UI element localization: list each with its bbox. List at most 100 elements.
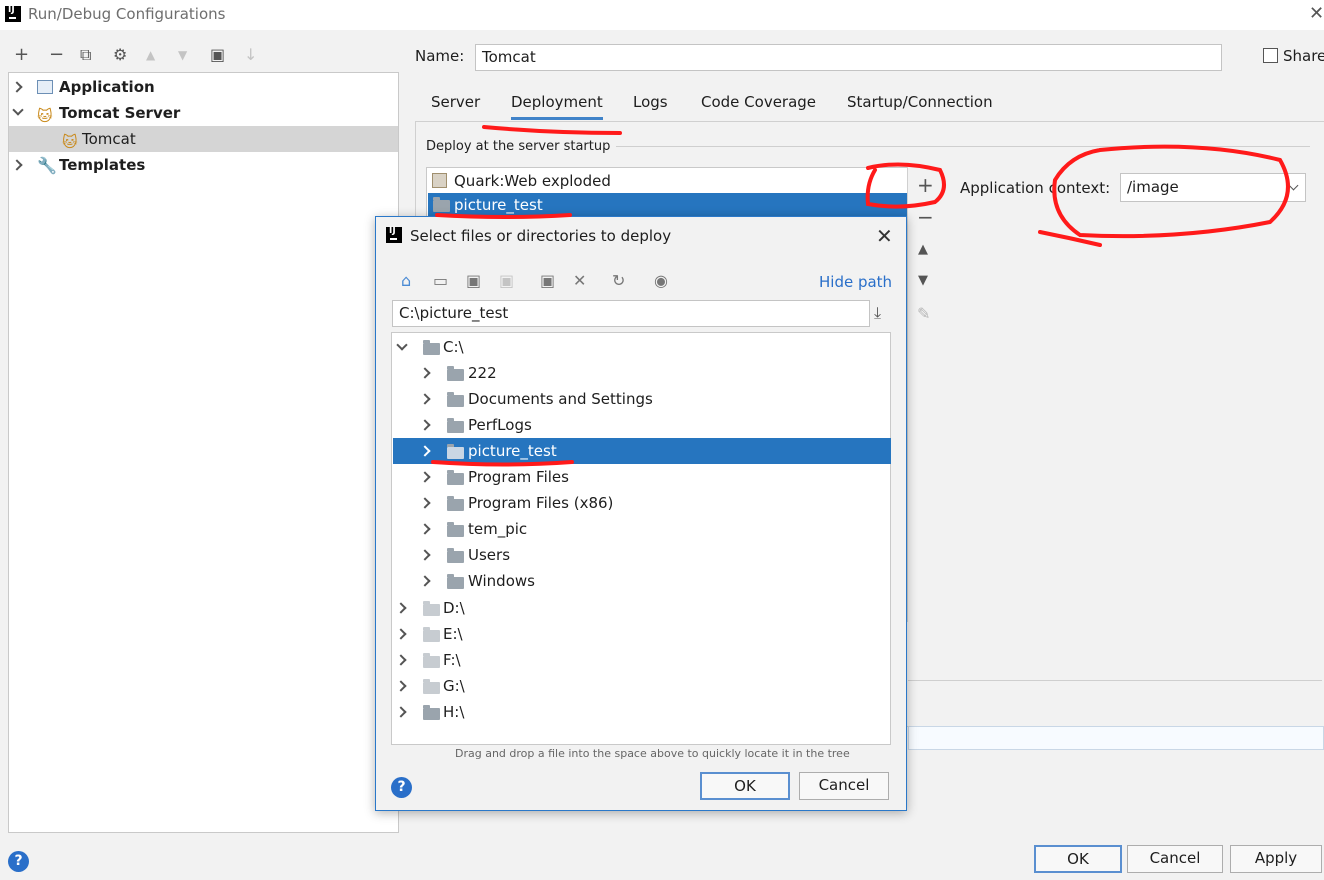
show-hidden-icon[interactable]: ◉ [654, 271, 668, 290]
ok-button[interactable]: OK [1034, 845, 1122, 873]
chevron-right-icon[interactable] [395, 602, 407, 614]
tab-logs[interactable]: Logs [633, 92, 668, 120]
path-input[interactable]: C:\picture_test [392, 300, 870, 327]
tree-item-templates[interactable]: 🔧 Templates [9, 152, 398, 178]
tree-node-drive[interactable]: H:\ [393, 699, 891, 725]
tree-node-folder[interactable]: PerfLogs [393, 412, 891, 438]
tree-node-label: Program Files [468, 468, 569, 486]
chevron-right-icon[interactable] [11, 159, 23, 171]
refresh-icon[interactable]: ↻ [612, 271, 625, 290]
drive-icon [423, 679, 440, 694]
divider [908, 680, 1322, 681]
deploy-item-picture-test[interactable]: picture_test [428, 193, 908, 217]
apply-button[interactable]: Apply [1230, 845, 1322, 873]
file-tree: C:\ 222 Documents and Settings PerfLogs … [391, 332, 891, 745]
chevron-right-icon[interactable] [419, 471, 431, 483]
new-folder-icon[interactable]: ▣ [540, 271, 555, 290]
tree-node-folder[interactable]: Users [393, 542, 891, 568]
tree-node-folder[interactable]: tem_pic [393, 516, 891, 542]
tree-node-label: PerfLogs [468, 416, 532, 434]
download-icon[interactable]: ⤓ [874, 303, 881, 323]
tree-node-label: 222 [468, 364, 497, 382]
tree-node-label: picture_test [468, 442, 557, 460]
chevron-right-icon[interactable] [11, 81, 23, 93]
chevron-right-icon[interactable] [419, 549, 431, 561]
tree-item-tomcat-server[interactable]: 🐱 Tomcat Server [9, 100, 398, 126]
remove-deploy-button[interactable]: − [917, 205, 934, 229]
cancel-button[interactable]: Cancel [1127, 845, 1223, 873]
wrench-icon[interactable]: ⚙ [113, 45, 127, 65]
chevron-right-icon[interactable] [419, 367, 431, 379]
close-icon[interactable]: ✕ [876, 224, 893, 248]
tab-code-coverage[interactable]: Code Coverage [701, 92, 816, 120]
move-up-button[interactable]: ▲ [146, 45, 155, 65]
project-folder-icon[interactable]: ▣ [466, 271, 481, 290]
chevron-right-icon[interactable] [419, 497, 431, 509]
tab-deployment[interactable]: Deployment [511, 92, 603, 120]
dialog-cancel-button[interactable]: Cancel [799, 772, 889, 800]
delete-icon[interactable]: ✕ [573, 271, 586, 290]
tree-node-folder[interactable]: Windows [393, 568, 891, 594]
info-strip [908, 726, 1324, 750]
tree-node-label: F:\ [443, 651, 461, 669]
name-input[interactable]: Tomcat [475, 44, 1222, 71]
help-icon[interactable]: ? [8, 851, 29, 872]
dialog-ok-button[interactable]: OK [700, 772, 790, 800]
deploy-actions-strip [907, 167, 940, 622]
artifact-icon [432, 173, 447, 188]
folder-icon [447, 496, 464, 511]
copy-configuration-button[interactable]: ⧉ [80, 45, 91, 65]
tree-node-drive[interactable]: E:\ [393, 621, 891, 647]
help-icon[interactable]: ? [391, 777, 412, 798]
drive-icon [423, 705, 440, 720]
drive-icon [423, 653, 440, 668]
tree-node-drive[interactable]: G:\ [393, 673, 891, 699]
folder-link-icon [447, 392, 464, 407]
tab-startup-connection[interactable]: Startup/Connection [847, 92, 993, 120]
chevron-right-icon[interactable] [419, 419, 431, 431]
window-close-icon[interactable]: ✕ [1309, 3, 1324, 24]
chevron-right-icon[interactable] [395, 680, 407, 692]
chevron-right-icon[interactable] [419, 393, 431, 405]
tab-server[interactable]: Server [431, 92, 480, 120]
remove-configuration-button[interactable]: − [49, 45, 64, 65]
application-context-label: Application context: [960, 179, 1111, 197]
move-down-button[interactable]: ▼ [178, 45, 187, 65]
sort-icon[interactable]: ↓ [244, 45, 257, 65]
folder-icon [447, 548, 464, 563]
tree-node-drive[interactable]: D:\ [393, 595, 891, 621]
chevron-right-icon[interactable] [395, 654, 407, 666]
tree-node-folder[interactable]: Program Files [393, 464, 891, 490]
add-deploy-button[interactable]: + [917, 173, 934, 197]
home-icon[interactable]: ⌂ [401, 271, 411, 290]
chevron-right-icon[interactable] [419, 575, 431, 587]
deploy-item-quark-web[interactable]: Quark:Web exploded [428, 169, 908, 193]
edit-pencil-icon[interactable]: ✎ [917, 304, 930, 323]
module-folder-icon[interactable]: ▣ [499, 271, 514, 290]
chevron-right-icon[interactable] [419, 523, 431, 535]
tree-node-picture-test[interactable]: picture_test [393, 438, 891, 464]
tree-node-folder[interactable]: Program Files (x86) [393, 490, 891, 516]
folder-add-icon[interactable]: ▣ [210, 45, 225, 65]
tree-item-application[interactable]: Application [9, 74, 398, 100]
chevron-down-icon[interactable] [396, 339, 408, 351]
chevron-right-icon[interactable] [395, 706, 407, 718]
add-configuration-button[interactable]: + [14, 45, 29, 65]
tree-item-tomcat[interactable]: 🐱 Tomcat [9, 126, 398, 152]
share-checkbox[interactable] [1263, 48, 1278, 63]
chevron-down-icon[interactable] [12, 104, 24, 116]
tree-node-label: G:\ [443, 677, 465, 695]
move-up-icon[interactable]: ▲ [918, 242, 928, 257]
intellij-logo-icon [5, 5, 21, 22]
chevron-right-icon[interactable] [419, 445, 431, 457]
tree-node-drive-c[interactable]: C:\ [393, 334, 891, 360]
application-icon [37, 80, 53, 94]
hide-path-link[interactable]: Hide path [819, 273, 892, 291]
tree-node-folder[interactable]: Documents and Settings [393, 386, 891, 412]
tree-node-folder[interactable]: 222 [393, 360, 891, 386]
chevron-right-icon[interactable] [395, 628, 407, 640]
move-down-icon[interactable]: ▼ [918, 273, 928, 288]
desktop-icon[interactable]: ▭ [433, 271, 448, 290]
application-context-combobox[interactable]: /image [1120, 173, 1306, 202]
tree-node-drive[interactable]: F:\ [393, 647, 891, 673]
